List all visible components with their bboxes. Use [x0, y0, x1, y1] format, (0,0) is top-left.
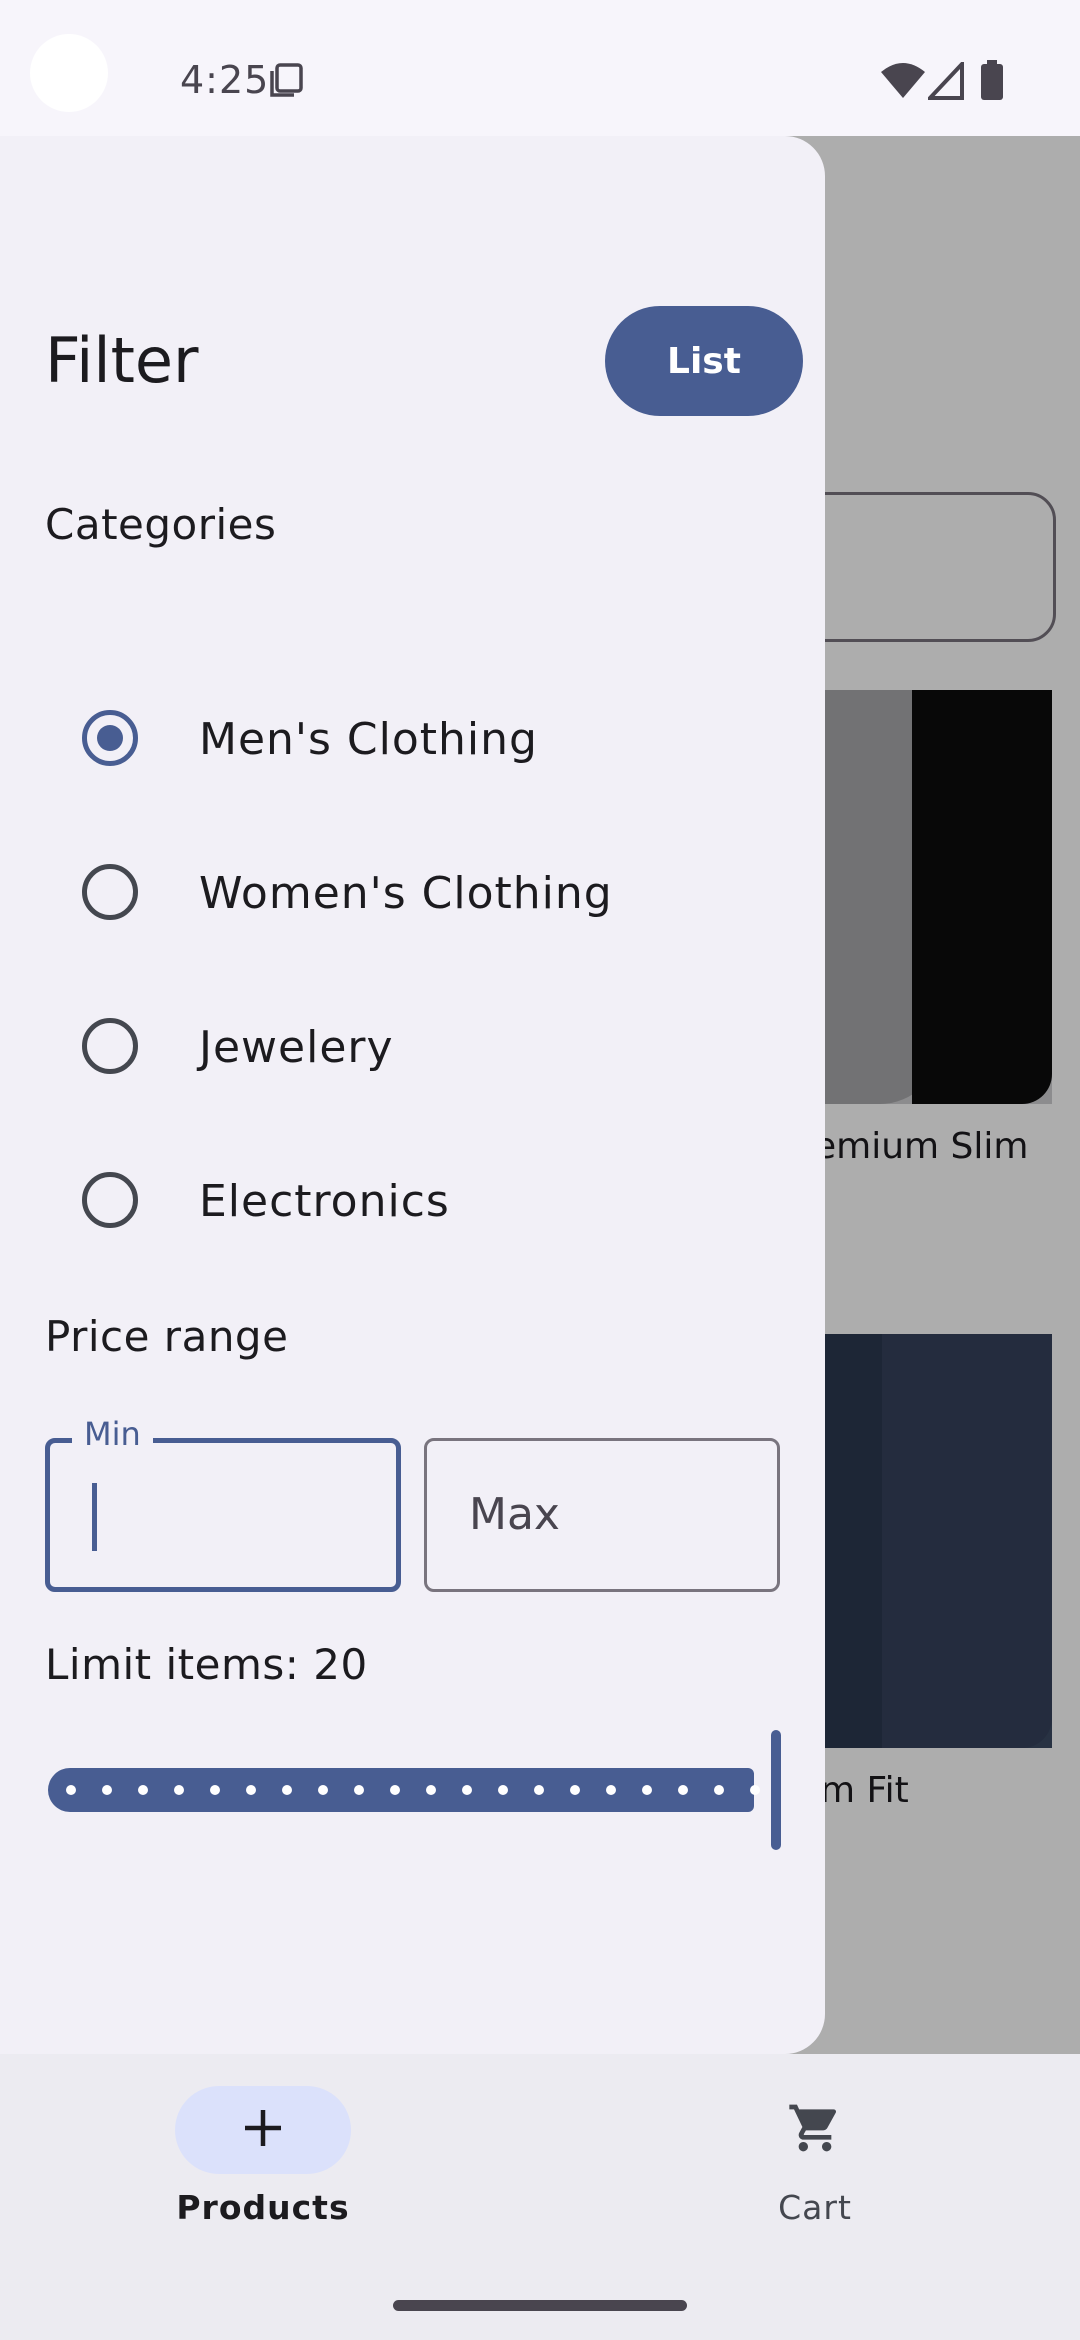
- category-label: Women's Clothing: [199, 868, 613, 919]
- nav-label: Products: [176, 2188, 350, 2227]
- nav-active-indicator: [175, 2086, 351, 2174]
- filter-drawer: Filter List Categories Men's Clothing Wo…: [0, 136, 825, 2054]
- category-option-jewelery[interactable]: Jewelery: [45, 986, 785, 1106]
- screenshot-icon: [268, 62, 304, 102]
- status-time: 4:25: [180, 58, 270, 102]
- bottom-navigation: Products Cart: [0, 2054, 1080, 2340]
- radio-button[interactable]: [82, 864, 138, 920]
- slider-step-dot: [66, 1785, 76, 1795]
- slider-step-dot: [210, 1785, 220, 1795]
- radio-button-selected[interactable]: [82, 710, 138, 766]
- home-indicator[interactable]: [393, 2300, 687, 2311]
- camera-cutout: [30, 34, 108, 112]
- slider-step-dot: [534, 1785, 544, 1795]
- battery-icon: [980, 60, 1004, 104]
- nav-item-cart[interactable]: Cart: [685, 2086, 945, 2227]
- limit-slider-track[interactable]: [48, 1768, 760, 1812]
- slider-step-dot: [174, 1785, 184, 1795]
- radio-button[interactable]: [82, 1172, 138, 1228]
- cart-icon: [787, 2100, 843, 2160]
- category-label: Jewelery: [199, 1022, 394, 1073]
- limit-slider-thumb[interactable]: [771, 1730, 781, 1850]
- price-range-label: Price range: [45, 1312, 289, 1361]
- min-price-field[interactable]: Min: [45, 1415, 401, 1592]
- slider-step-dot: [462, 1785, 472, 1795]
- slider-step-dot: [498, 1785, 508, 1795]
- slider-step-dot: [282, 1785, 292, 1795]
- wifi-icon: [880, 60, 926, 104]
- nav-icon-container: [727, 2086, 903, 2174]
- slider-step-dot: [246, 1785, 256, 1795]
- category-option-womens-clothing[interactable]: Women's Clothing: [45, 832, 785, 952]
- slider-step-dot: [138, 1785, 148, 1795]
- text-cursor: [92, 1483, 97, 1551]
- slider-step-dot: [750, 1785, 760, 1795]
- nav-item-products[interactable]: Products: [133, 2086, 393, 2227]
- status-bar: 4:25: [0, 0, 1080, 136]
- slider-step-dot: [714, 1785, 724, 1795]
- slider-step-dot: [570, 1785, 580, 1795]
- plus-icon: [241, 2106, 285, 2154]
- min-field-label: Min: [72, 1415, 153, 1453]
- slider-step-dot: [102, 1785, 112, 1795]
- slider-step-dot: [318, 1785, 328, 1795]
- slider-step-dot: [642, 1785, 652, 1795]
- signal-icon: [925, 58, 964, 104]
- list-button[interactable]: List: [605, 306, 803, 416]
- drawer-title: Filter: [45, 324, 199, 397]
- slider-step-dot: [678, 1785, 688, 1795]
- nav-label: Cart: [778, 2188, 852, 2227]
- limit-items-label: Limit items: 20: [45, 1640, 368, 1689]
- slider-step-dot: [426, 1785, 436, 1795]
- category-option-electronics[interactable]: Electronics: [45, 1140, 785, 1260]
- max-field-placeholder: Max: [469, 1489, 560, 1540]
- slider-step-dot: [354, 1785, 364, 1795]
- category-option-mens-clothing[interactable]: Men's Clothing: [45, 678, 785, 798]
- category-label: Men's Clothing: [199, 714, 538, 765]
- category-label: Electronics: [199, 1176, 450, 1227]
- slider-step-dot: [606, 1785, 616, 1795]
- categories-label: Categories: [45, 500, 277, 549]
- slider-step-dot: [390, 1785, 400, 1795]
- radio-button[interactable]: [82, 1018, 138, 1074]
- max-price-field[interactable]: Max: [424, 1438, 780, 1592]
